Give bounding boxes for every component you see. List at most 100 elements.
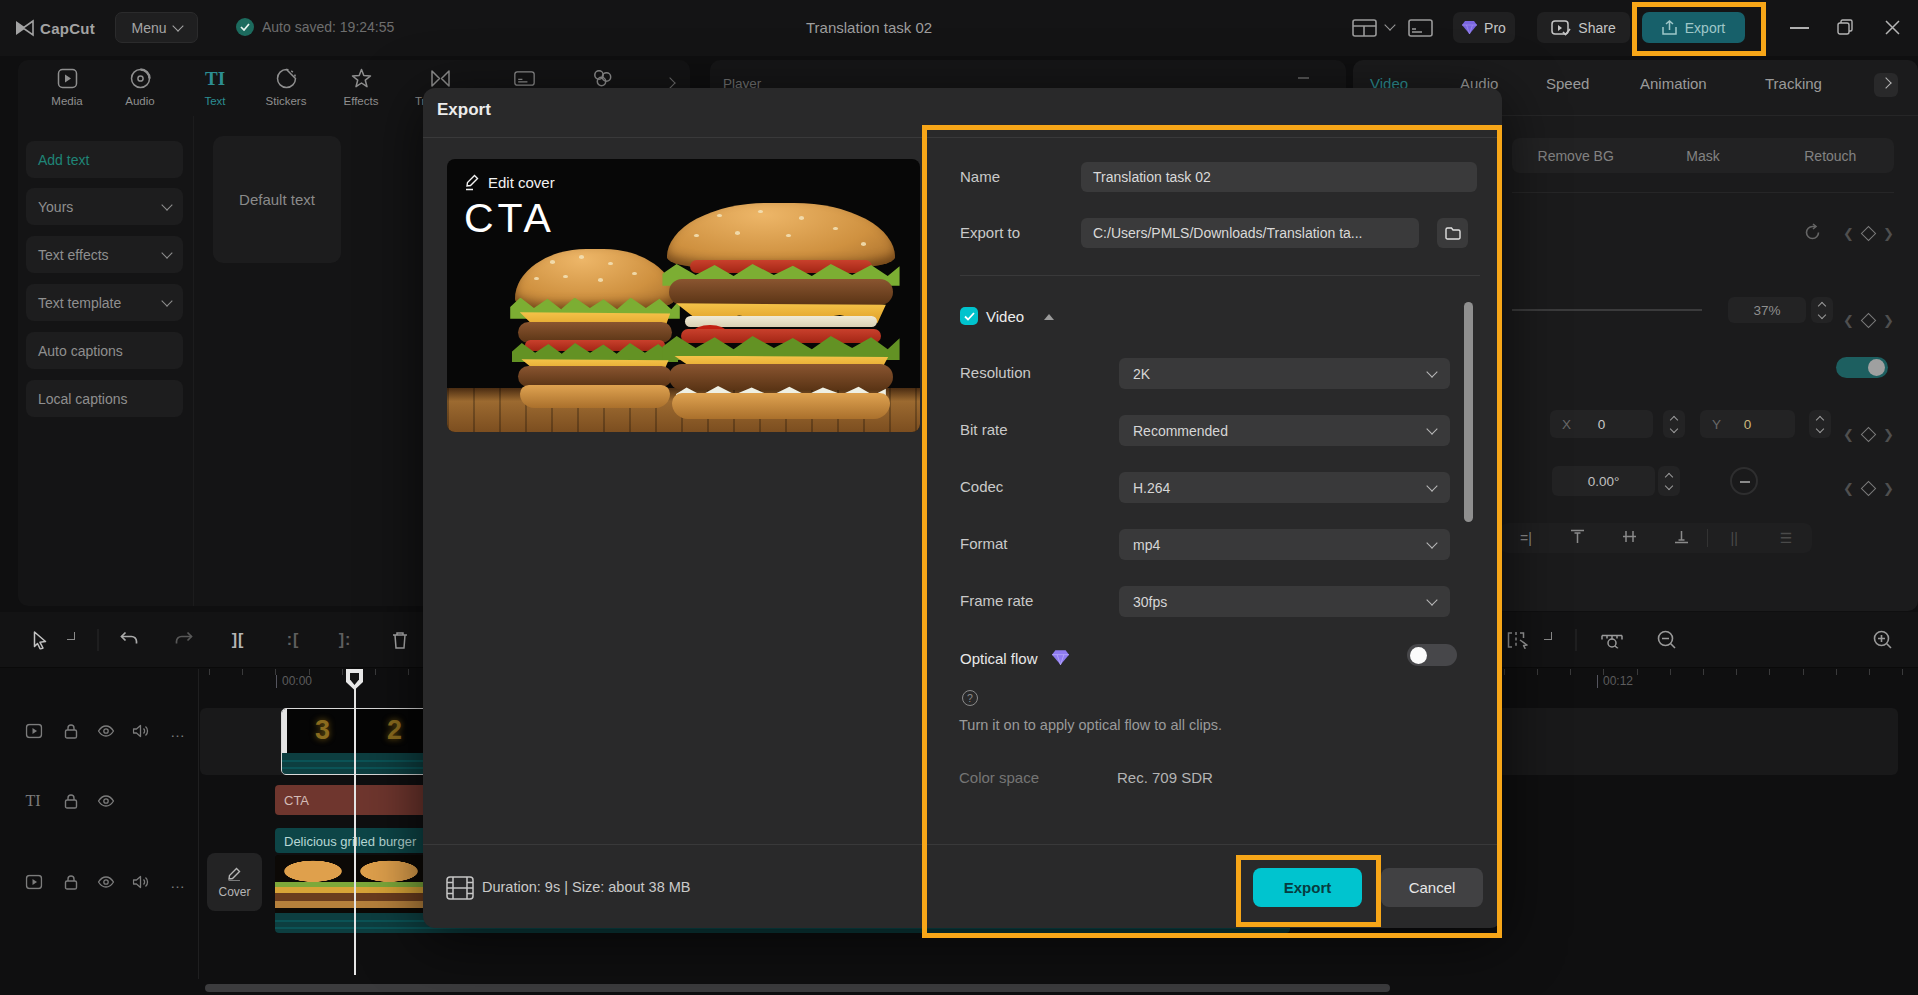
cursor-options-icon[interactable] [67, 632, 75, 640]
keyframe-diamond-icon[interactable] [1861, 313, 1877, 329]
export-summary: Duration: 9s | Size: about 38 MB [482, 879, 691, 895]
tab-animation[interactable]: Animation [1640, 75, 1707, 92]
split-icon[interactable]: ][ [232, 631, 245, 649]
rotation-dial[interactable] [1730, 467, 1758, 495]
pro-button[interactable]: Pro [1453, 12, 1515, 43]
cover-title-text: CTA [464, 195, 555, 242]
sidebar-item-text-template[interactable]: Text template [26, 284, 183, 321]
share-icon [1551, 20, 1571, 36]
remove-bg-button[interactable]: Remove BG [1512, 138, 1639, 173]
tab-tracking[interactable]: Tracking [1765, 75, 1822, 92]
position-x-field[interactable]: X0 [1550, 410, 1653, 438]
edit-cover-button[interactable]: Edit cover [465, 174, 555, 191]
lock-icon[interactable] [64, 793, 78, 809]
lock-icon[interactable] [64, 723, 78, 739]
tabs-scroll-icon[interactable] [664, 77, 675, 88]
timeline-scale-icon[interactable] [1600, 631, 1624, 648]
mute-icon[interactable] [133, 724, 150, 738]
tabs-more-button[interactable] [1874, 73, 1898, 97]
pro-gem-icon [1462, 21, 1477, 34]
auto-cut-cursor-icon[interactable] [1507, 631, 1529, 649]
tab-text[interactable]: TI Text [186, 68, 244, 107]
default-text-card[interactable]: Default text [213, 136, 341, 263]
pencil-icon [465, 174, 480, 191]
select-cursor-icon[interactable] [32, 630, 49, 649]
close-button[interactable] [1885, 20, 1900, 35]
ruler-label-end: 00:12 [1597, 675, 1633, 688]
scale-stepper[interactable] [1811, 297, 1833, 323]
dialog-title: Export [437, 100, 491, 120]
position-y-stepper[interactable] [1809, 410, 1831, 438]
film-icon [446, 876, 474, 900]
align-center-h-icon[interactable] [1604, 529, 1656, 548]
annotation-dialog-panel [922, 125, 1502, 938]
keyframe-controls[interactable]: ❮❯ [1843, 427, 1894, 442]
mute-icon[interactable] [133, 875, 150, 889]
retouch-button[interactable]: Retouch [1767, 138, 1894, 173]
keyframe-diamond-icon[interactable] [1861, 481, 1877, 497]
mask-button[interactable]: Mask [1639, 138, 1766, 173]
divider [1512, 192, 1894, 193]
sidebar-item-text-effects[interactable]: Text effects [26, 236, 183, 273]
more-icon[interactable]: … [170, 723, 186, 740]
restore-button[interactable] [1837, 19, 1853, 35]
tab-media[interactable]: Media [38, 68, 96, 107]
layout-chevron-icon[interactable] [1384, 19, 1395, 30]
split-right-icon[interactable]: ]: [339, 631, 352, 649]
keyframe-diamond-icon[interactable] [1861, 427, 1877, 443]
sidebar-item-add-text[interactable]: Add text [26, 141, 183, 178]
sidebar-item-auto-captions[interactable]: Auto captions [26, 332, 183, 369]
position-x-stepper[interactable] [1663, 410, 1685, 438]
caption-panel-icon[interactable] [1408, 19, 1433, 37]
lock-icon[interactable] [64, 874, 78, 890]
keyframe-controls[interactable]: ❮❯ [1843, 313, 1894, 328]
align-toolbar: =| || ☰ [1500, 523, 1812, 553]
sidebar-item-local-captions[interactable]: Local captions [26, 380, 183, 417]
zoom-in-icon[interactable] [1873, 630, 1893, 650]
tab-effects[interactable]: Effects [332, 68, 390, 107]
menu-button[interactable]: Menu [115, 12, 198, 43]
autosave-status: Auto saved: 19:24:55 [262, 19, 394, 35]
tab-audio[interactable]: Audio [111, 68, 169, 107]
sidebar-item-yours[interactable]: Yours [26, 188, 183, 225]
align-top-icon[interactable] [1552, 529, 1604, 548]
distribute-v-icon[interactable]: ☰ [1760, 530, 1812, 546]
rotation-stepper[interactable] [1658, 466, 1680, 496]
eye-icon[interactable] [98, 795, 115, 807]
capcut-window: CapCut Menu Auto saved: 19:24:55 Transla… [0, 0, 1918, 995]
track-type-video-icon [26, 875, 43, 890]
playhead[interactable] [354, 669, 356, 975]
minimize-button[interactable] [1790, 27, 1809, 29]
eye-icon[interactable] [98, 876, 115, 888]
scale-value[interactable]: 37% [1728, 297, 1806, 323]
keyframe-diamond-icon[interactable] [1861, 226, 1877, 242]
more-icon[interactable]: … [170, 874, 186, 891]
cover-button[interactable]: Cover [207, 853, 262, 911]
redo-icon[interactable] [175, 631, 194, 648]
eye-icon[interactable] [98, 725, 115, 737]
layout-panels-icon[interactable] [1352, 19, 1377, 37]
position-y-field[interactable]: Y0 [1700, 410, 1795, 438]
tab-stickers[interactable]: Stickers [257, 68, 315, 107]
player-options-icon[interactable] [1298, 77, 1309, 79]
rotation-field[interactable]: 0.00° [1552, 466, 1655, 496]
timeline-hscrollbar[interactable] [205, 984, 1390, 992]
uniform-scale-toggle[interactable] [1836, 357, 1888, 378]
distribute-h-icon[interactable]: || [1708, 530, 1760, 546]
zoom-out-icon[interactable] [1657, 630, 1677, 650]
tab-assets[interactable] [573, 68, 631, 89]
tab-captions[interactable] [495, 68, 553, 89]
share-button[interactable]: Share [1537, 12, 1630, 43]
reset-icon[interactable] [1803, 223, 1822, 242]
align-bottom-icon[interactable] [1655, 529, 1707, 548]
align-left-icon[interactable]: =| [1500, 530, 1552, 546]
cut-options-icon[interactable] [1544, 632, 1552, 640]
delete-icon[interactable] [392, 631, 408, 649]
keyframe-controls[interactable]: ❮❯ [1843, 481, 1894, 496]
split-left-icon[interactable]: :[ [287, 631, 300, 649]
tab-speed[interactable]: Speed [1546, 75, 1589, 92]
undo-icon[interactable] [120, 631, 139, 648]
keyframe-controls[interactable]: ❮❯ [1843, 226, 1894, 241]
divider [98, 629, 99, 651]
scale-slider[interactable] [1512, 309, 1702, 311]
